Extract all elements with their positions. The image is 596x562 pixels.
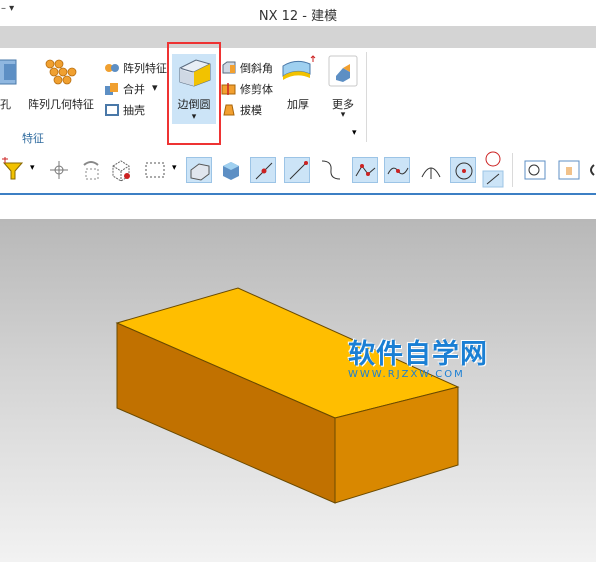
selection-toolbar: ▾ ▾ xyxy=(0,147,596,193)
feature-group-label: 特征 xyxy=(22,132,44,145)
filter-dropdown-icon[interactable]: ▾ xyxy=(30,163,35,173)
rect-select-icon[interactable] xyxy=(142,157,168,183)
curve-icon[interactable] xyxy=(318,157,344,183)
tangent-icon[interactable] xyxy=(482,149,504,189)
zoom-icon[interactable] xyxy=(522,157,548,183)
thicken-button[interactable]: 加厚 xyxy=(280,54,316,111)
rect-dropdown-icon[interactable]: ▾ xyxy=(172,163,177,173)
shell-label: 抽壳 xyxy=(123,104,145,117)
cube-select-icon[interactable] xyxy=(108,157,134,183)
draft-label: 拔模 xyxy=(240,104,262,117)
chamfer-icon xyxy=(222,61,236,74)
line-point-icon[interactable] xyxy=(284,157,310,183)
more-button[interactable]: 更多 ▾ xyxy=(326,54,360,120)
thicken-icon xyxy=(282,55,316,80)
group-options-icon[interactable]: ▾ xyxy=(352,128,357,138)
shaded-view-icon[interactable] xyxy=(186,157,212,183)
pattern-feature-label: 阵列特征 xyxy=(123,62,167,75)
arc-icon[interactable] xyxy=(418,157,444,183)
more-dropdown-icon[interactable]: ▾ xyxy=(326,110,360,120)
combine-icon xyxy=(105,83,118,95)
point-icon[interactable] xyxy=(46,157,72,183)
pan-icon[interactable] xyxy=(556,157,582,183)
trim-body-icon xyxy=(221,83,236,95)
ribbon: 孔 阵列几何特征 阵列特征 合并 ▾ 抽壳 边倒圆 ▾ 倒斜角 修剪体 拔模 加… xyxy=(0,48,596,146)
watermark-title: 软件自学网 xyxy=(348,339,488,370)
spline-icon[interactable] xyxy=(384,157,410,183)
ribbon-tab-strip xyxy=(0,26,596,48)
ribbon-divider xyxy=(366,52,367,142)
box-view-icon[interactable] xyxy=(218,157,244,183)
watermark: 软件自学网 WWW.RJZXW.COM xyxy=(348,332,488,380)
select-filter-icon[interactable] xyxy=(0,157,26,183)
trim-body-label: 修剪体 xyxy=(240,83,273,96)
view-tab-strip xyxy=(0,195,596,219)
graphics-viewport[interactable]: 软件自学网 WWW.RJZXW.COM xyxy=(0,219,596,562)
thicken-label: 加厚 xyxy=(287,98,309,111)
window-title: NX 12 - 建模 xyxy=(258,9,338,24)
combine-label: 合并 xyxy=(123,83,145,96)
hole-icon xyxy=(0,59,17,85)
model-canvas xyxy=(115,287,460,504)
pattern-geometry-button[interactable]: 阵列几何特征 xyxy=(26,54,96,111)
undo-icon[interactable] xyxy=(586,157,596,183)
chamfer-label: 倒斜角 xyxy=(240,62,273,75)
pattern-feature-icon xyxy=(105,64,119,72)
hole-label: 孔 xyxy=(0,98,11,111)
rotate-icon[interactable] xyxy=(78,157,104,183)
more-icon xyxy=(328,55,358,87)
highlight-frame xyxy=(167,42,221,145)
draft-icon xyxy=(223,104,235,116)
hole-button[interactable]: 孔 xyxy=(0,54,22,111)
end-point-icon[interactable] xyxy=(250,157,276,183)
pattern-geometry-icon xyxy=(45,59,77,85)
polyline-icon[interactable] xyxy=(352,157,378,183)
pattern-geometry-label: 阵列几何特征 xyxy=(28,98,94,111)
circle-center-icon[interactable] xyxy=(450,157,476,183)
toolbar-divider xyxy=(512,153,513,187)
shell-icon xyxy=(105,104,119,116)
combine-dropdown-icon[interactable]: ▾ xyxy=(152,81,158,94)
title-bar: – ▾ NX 12 - 建模 xyxy=(0,0,596,26)
